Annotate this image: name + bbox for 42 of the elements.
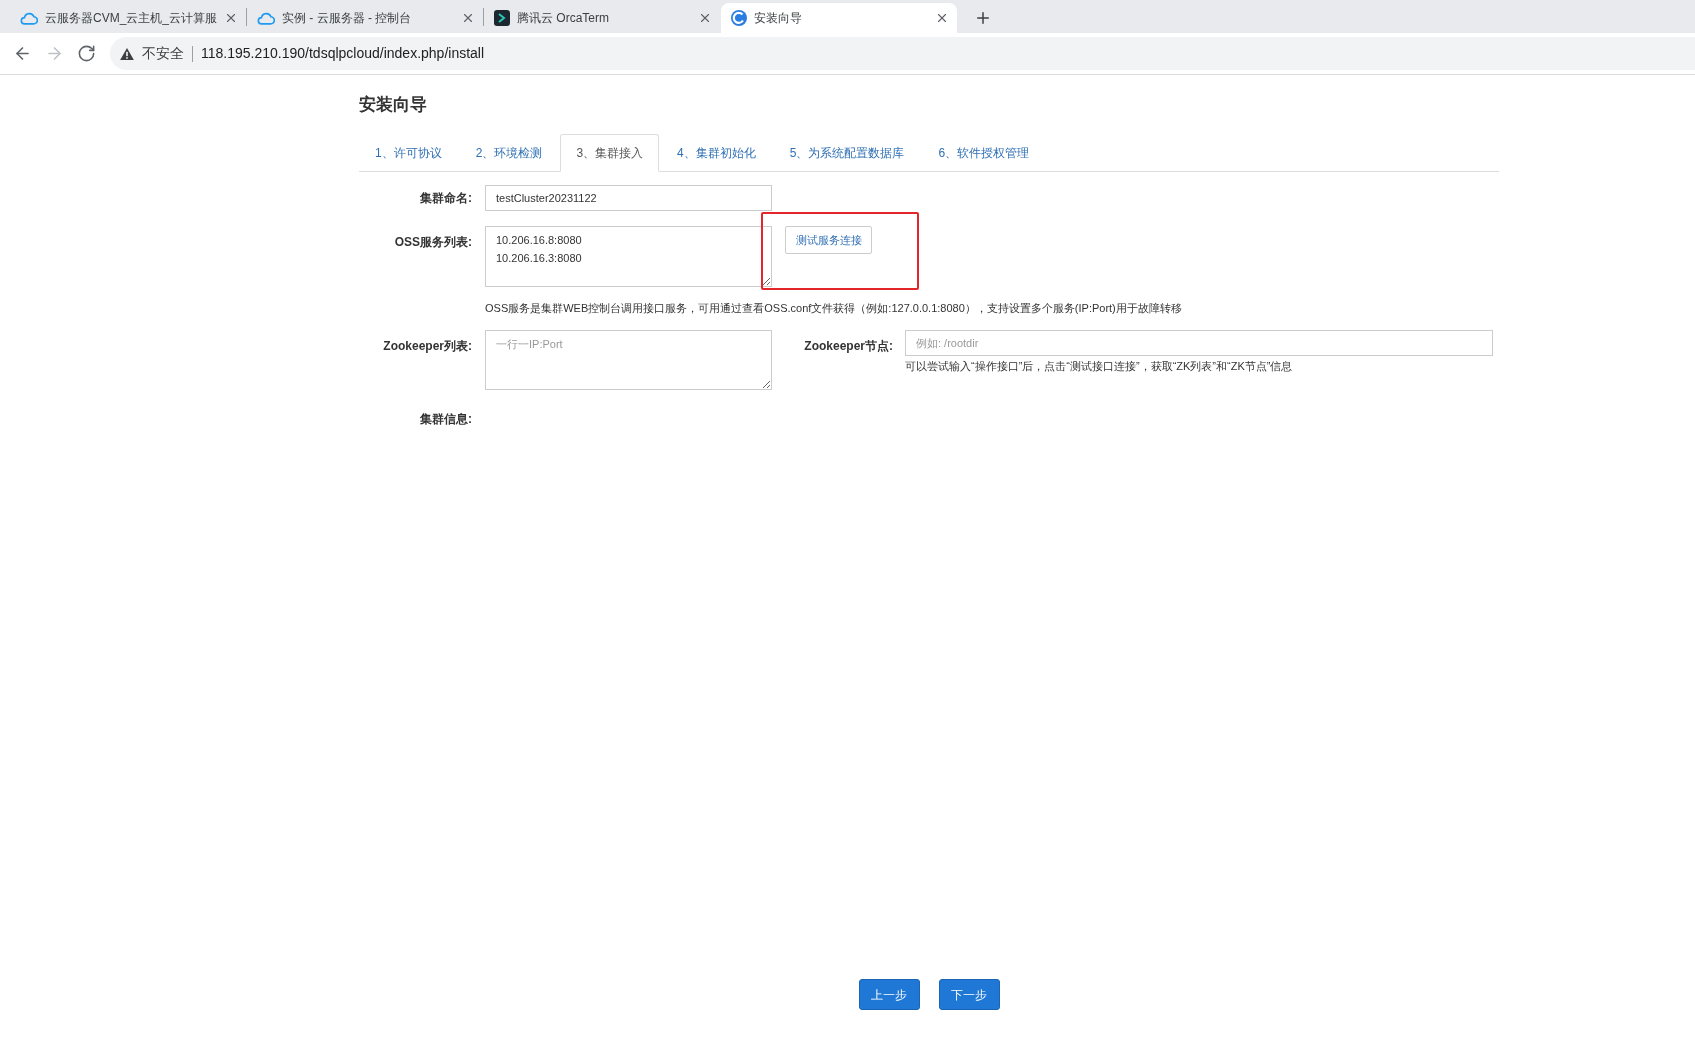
field-label: 集群命名: bbox=[419, 190, 472, 207]
field-label: Zookeeper列表: bbox=[382, 338, 472, 355]
address-bar[interactable]: 不安全 118.195.210.190/tdsqlpcloud/index.php/install bbox=[110, 37, 1695, 70]
cluster-name-input[interactable]: testCluster20231122 bbox=[485, 185, 772, 211]
tab-title: 实例 - 云服务器 - 控制台 bbox=[282, 10, 413, 27]
step-tab[interactable]: 4、集群初始化 bbox=[661, 134, 772, 172]
tab-title: 云服务器CVM_云主机_云计算服 bbox=[45, 10, 217, 27]
browser-tab[interactable]: 云服务器CVM_云主机_云计算服 bbox=[10, 3, 246, 33]
close-icon[interactable] bbox=[935, 11, 949, 25]
test-connection-button[interactable]: 测试服务连接 bbox=[785, 226, 872, 254]
close-icon[interactable] bbox=[698, 11, 712, 25]
oss-list-textarea[interactable]: 10.206.16.8:8080 10.206.16.3:8080 bbox=[485, 226, 772, 287]
tab-title: 腾讯云 OrcaTerm bbox=[517, 10, 610, 27]
cloud-icon bbox=[20, 11, 38, 25]
cloud-icon bbox=[257, 11, 275, 25]
help-text: OSS服务是集群WEB控制台调用接口服务，可用通过查看OSS.conf文件获得（例如:127.0.0.1:8080），支持设置多个服务(IP:Port)用于故障转移 bbox=[485, 301, 1182, 316]
step-tab[interactable]: 5、为系统配置数据库 bbox=[773, 134, 921, 172]
step-nav-button[interactable]: 上一步 bbox=[858, 979, 920, 1010]
step-tab[interactable]: 6、软件授权管理 bbox=[922, 134, 1046, 172]
swirl-icon bbox=[731, 10, 747, 26]
close-icon[interactable] bbox=[224, 11, 238, 25]
terminal-icon bbox=[494, 10, 510, 26]
step-tab[interactable]: 2、环境检测 bbox=[459, 134, 559, 172]
security-label: 不安全 bbox=[142, 44, 184, 63]
tab-title: 安装向导 bbox=[754, 10, 803, 27]
url-text: 118.195.210.190/tdsqlpcloud/index.php/install bbox=[201, 44, 485, 63]
page-title: 安装向导 bbox=[359, 95, 427, 115]
field-label: Zookeeper节点: bbox=[803, 338, 893, 355]
zookeeper-list-textarea[interactable]: 一行一IP:Port bbox=[485, 330, 772, 390]
warning-icon bbox=[120, 47, 134, 60]
zookeeper-node-input[interactable]: 例如: /rootdir bbox=[905, 330, 1493, 356]
step-tab[interactable]: 1、许可协议 bbox=[359, 134, 458, 172]
help-text: 可以尝试输入“操作接口”后，点击“测试接口连接”，获取“ZK列表”和“ZK节点”信息 bbox=[905, 359, 1293, 374]
browser-tab[interactable]: 腾讯云 OrcaTerm bbox=[484, 3, 720, 33]
step-tab[interactable]: 3、集群接入 bbox=[560, 134, 660, 172]
close-icon[interactable] bbox=[461, 11, 475, 25]
new-tab-icon[interactable] bbox=[974, 9, 992, 27]
field-label: 集群信息: bbox=[419, 411, 472, 428]
browser-tab[interactable]: 安装向导 bbox=[721, 3, 957, 33]
field-label: OSS服务列表: bbox=[393, 234, 472, 251]
browser-tab[interactable]: 实例 - 云服务器 - 控制台 bbox=[247, 3, 483, 33]
step-nav-button[interactable]: 下一步 bbox=[938, 979, 1000, 1010]
